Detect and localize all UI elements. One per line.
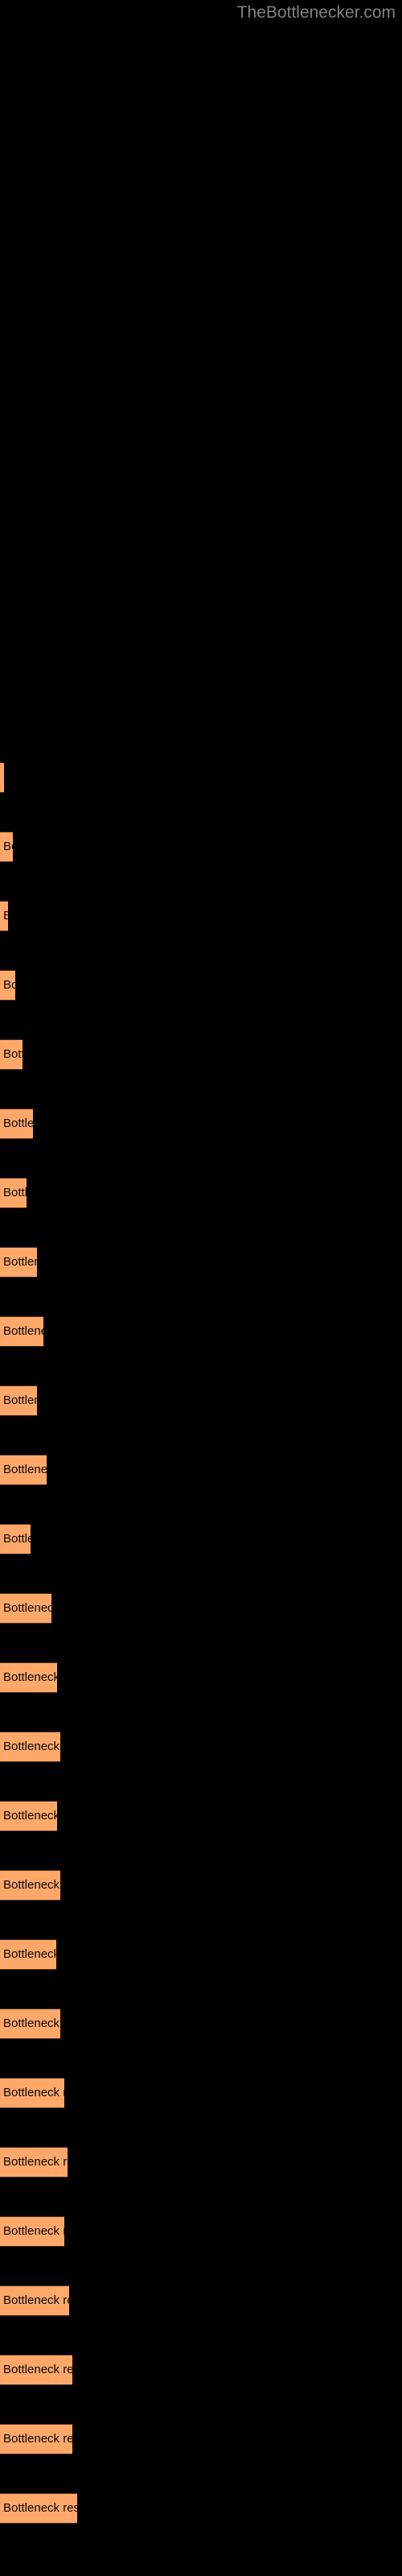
- bar-row: Bottleneck result: [0, 1870, 402, 1901]
- bar-clip: Bottleneck result: [0, 2078, 64, 2108]
- bar-row: Bottleneck result: [0, 1385, 402, 1416]
- bar-label: Bottleneck result: [3, 1878, 60, 1892]
- bar-row: Bottleneck result: [0, 2424, 402, 2454]
- bar-row: Bottleneck result: [0, 1732, 402, 1762]
- bar-clip: Bottleneck result: [0, 1732, 60, 1762]
- bar-label: Bottleneck result: [3, 2086, 64, 2099]
- bar-clip: Bottleneck result: [0, 2424, 72, 2454]
- bar-label: Bottleneck result: [3, 2224, 64, 2238]
- bar-clip: Bottleneck result: [0, 1524, 31, 1554]
- bar-clip: Bottleneck result: [0, 1870, 60, 1901]
- bar-clip: Bottleneck result: [0, 1247, 37, 1278]
- bar-clip: Bottleneck result: [0, 762, 4, 793]
- bar-label: Bottleneck result: [3, 1117, 33, 1130]
- bar-row: Bottleneck result: [0, 1247, 402, 1278]
- bar-row: Bottleneck result: [0, 1316, 402, 1347]
- bar-row: Bottleneck result: [0, 832, 402, 862]
- bar-label: Bottleneck result: [3, 2155, 68, 2169]
- bar-row: Bottleneck result: [0, 2285, 402, 2316]
- bar-row: Bottleneck result: [0, 1455, 402, 1485]
- bar-row: Bottleneck result: [0, 1524, 402, 1554]
- bar-label: Bottleneck result: [3, 2017, 60, 2030]
- bar-clip: Bottleneck result: [0, 1039, 23, 1070]
- bar-row: Bottleneck result: [0, 1801, 402, 1831]
- bar-row: Bottleneck result: [0, 2147, 402, 2178]
- bar-label: Bottleneck result: [3, 2432, 72, 2446]
- bar-row: Bottleneck result: [0, 901, 402, 931]
- bar-row: Bottleneck result: [0, 2008, 402, 2039]
- bar-clip: Bottleneck result: [0, 1385, 37, 1416]
- bar-clip: Bottleneck result: [0, 2216, 64, 2247]
- bar-label: Bottleneck result: [3, 2501, 77, 2515]
- bar-label: Bottleneck result: [3, 1186, 27, 1199]
- bar-clip: Bottleneck result: [0, 1662, 57, 1693]
- bar-label: Bottleneck result: [3, 909, 8, 923]
- bar-clip: Bottleneck result: [0, 1939, 56, 1970]
- bar-row: Bottleneck result: [0, 762, 402, 793]
- bar-clip: Bottleneck result: [0, 1316, 43, 1347]
- bar-clip: Bottleneck result: [0, 970, 15, 1001]
- bar-clip: Bottleneck result: [0, 2008, 60, 2039]
- bar-clip: Bottleneck result: [0, 832, 13, 862]
- bar-label: Bottleneck result: [3, 762, 4, 793]
- bar-row: Bottleneck result: [0, 1939, 402, 1970]
- bar-label: Bottleneck result: [3, 1740, 60, 1753]
- bar-label: Bottleneck result: [3, 1255, 37, 1269]
- bar-clip: Bottleneck result: [0, 1178, 27, 1208]
- bar-clip: Bottleneck result: [0, 2355, 72, 2385]
- bar-row: Bottleneck result: [0, 2355, 402, 2385]
- bar-label: Bottleneck result: [3, 1601, 51, 1615]
- bar-clip: Bottleneck result: [0, 901, 8, 931]
- bar-label: Bottleneck result: [3, 1047, 23, 1061]
- bar-label: Bottleneck result: [3, 1324, 43, 1338]
- bar-row: Bottleneck result: [0, 2078, 402, 2108]
- bar-label: Bottleneck result: [3, 1463, 47, 1476]
- bar-label: Bottleneck result: [3, 1670, 57, 1684]
- bar-clip: Bottleneck result: [0, 1801, 57, 1831]
- bar-clip: Bottleneck result: [0, 1455, 47, 1485]
- bar-label: Bottleneck result: [3, 1809, 57, 1823]
- bar-row: Bottleneck result: [0, 1039, 402, 1070]
- bar-clip: Bottleneck result: [0, 2493, 77, 2524]
- bar-row: Bottleneck result: [0, 2216, 402, 2247]
- bar-row: Bottleneck result: [0, 1108, 402, 1139]
- bar-row: Bottleneck result: [0, 1593, 402, 1624]
- bar-row: Bottleneck result: [0, 1662, 402, 1693]
- bar-label: Bottleneck result: [3, 2363, 72, 2376]
- bar-row: Bottleneck result: [0, 2493, 402, 2524]
- bar-label: Bottleneck result: [3, 1947, 56, 1961]
- bar-row: Bottleneck result: [0, 970, 402, 1001]
- bar-clip: Bottleneck result: [0, 1593, 51, 1624]
- bottleneck-bar-chart: Bottleneck result Bottleneck result Bottle…: [0, 0, 402, 2576]
- bar-clip: Bottleneck result: [0, 2285, 69, 2316]
- bar-label: Bottleneck result: [3, 1532, 31, 1546]
- bar-label: Bottleneck result: [3, 2293, 69, 2307]
- bar-label: Bottleneck result: [3, 840, 13, 853]
- bar-label: Bottleneck result: [3, 978, 15, 992]
- bar-clip: Bottleneck result: [0, 2147, 68, 2178]
- bar-clip: Bottleneck result: [0, 1108, 33, 1139]
- bar-label: Bottleneck result: [3, 1393, 37, 1407]
- bar-row: Bottleneck result: [0, 1178, 402, 1208]
